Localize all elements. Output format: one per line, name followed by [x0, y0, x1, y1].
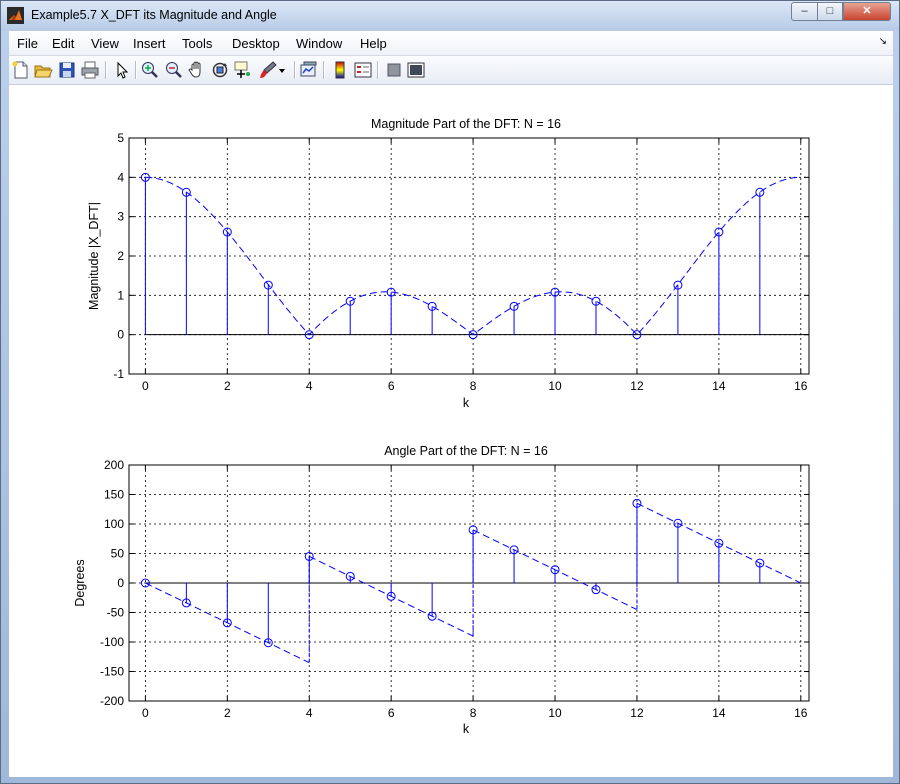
- menu-view[interactable]: View: [91, 36, 119, 51]
- y-tick-label: 3: [117, 210, 124, 224]
- menu-overflow-arrow-icon[interactable]: ↘: [879, 36, 887, 47]
- brush-icon[interactable]: [258, 60, 278, 80]
- plot-canvas[interactable]: Magnitude Part of the DFT: N = 16 k Magn…: [9, 85, 893, 777]
- save-icon[interactable]: [57, 60, 77, 80]
- axes-title-angle: Angle Part of the DFT: N = 16: [384, 444, 548, 458]
- x-tick-label: 10: [548, 379, 562, 393]
- toolbar-separator: [377, 61, 379, 79]
- x-tick-label: 14: [712, 706, 726, 720]
- xlabel-angle: k: [463, 722, 470, 736]
- data-cursor-icon[interactable]: [233, 60, 253, 80]
- new-figure-icon[interactable]: [11, 60, 31, 80]
- hide-plot-tools-icon[interactable]: [384, 60, 404, 80]
- x-tick-label: 10: [548, 706, 562, 720]
- y-tick-label: -150: [100, 665, 124, 679]
- toolbar-separator: [135, 61, 137, 79]
- close-button[interactable]: ✕: [843, 2, 891, 21]
- print-icon[interactable]: [80, 60, 100, 80]
- y-tick-label: 2: [117, 249, 124, 263]
- x-tick-label: 16: [794, 706, 808, 720]
- menu-insert[interactable]: Insert: [133, 36, 166, 51]
- axes-angle[interactable]: Angle Part of the DFT: N = 16 k Degrees …: [73, 444, 810, 736]
- toolbar-separator: [294, 61, 296, 79]
- y-tick-label: -1: [113, 367, 124, 381]
- menu-edit[interactable]: Edit: [52, 36, 74, 51]
- menu-desktop[interactable]: Desktop: [232, 36, 280, 51]
- y-tick-label: 0: [117, 576, 124, 590]
- x-tick-label: 4: [306, 379, 313, 393]
- open-file-icon[interactable]: [33, 60, 53, 80]
- show-plot-tools-icon[interactable]: [406, 60, 426, 80]
- insert-colorbar-icon[interactable]: [330, 60, 350, 80]
- y-tick-label: -100: [100, 635, 124, 649]
- menu-help[interactable]: Help: [360, 36, 387, 51]
- x-tick-label: 0: [142, 706, 149, 720]
- y-tick-label: -200: [100, 694, 124, 708]
- zoom-out-icon[interactable]: [164, 60, 184, 80]
- axes-angle-content: 0 2 4 6 8 10 12 14 16 -200 -150 -100 -50 0 50 100 150 200: [100, 458, 810, 720]
- menu-tools[interactable]: Tools: [182, 36, 212, 51]
- ylabel-magnitude: Magnitude |X_DFT|: [87, 202, 101, 310]
- y-tick-label: 50: [111, 547, 125, 561]
- y-tick-label: -50: [107, 606, 125, 620]
- window-title: Example5.7 X_DFT its Magnitude and Angle: [31, 8, 277, 22]
- title-bar[interactable]: Example5.7 X_DFT its Magnitude and Angle…: [1, 1, 899, 31]
- x-tick-label: 2: [224, 379, 231, 393]
- pan-hand-icon[interactable]: [187, 60, 207, 80]
- axes-magnitude[interactable]: Magnitude Part of the DFT: N = 16 k Magn…: [87, 117, 810, 410]
- y-tick-label: 150: [104, 488, 124, 502]
- rotate-3d-icon[interactable]: [210, 60, 230, 80]
- x-tick-label: 4: [306, 706, 313, 720]
- y-tick-label: 200: [104, 458, 124, 472]
- axes-title-magnitude: Magnitude Part of the DFT: N = 16: [371, 117, 561, 131]
- y-tick-label: 1: [117, 288, 124, 302]
- minimize-button[interactable]: –: [791, 2, 818, 21]
- insert-legend-icon[interactable]: [353, 60, 373, 80]
- x-tick-label: 2: [224, 706, 231, 720]
- edit-plot-arrow-icon[interactable]: [112, 60, 132, 80]
- brush-dropdown-icon[interactable]: [277, 60, 287, 80]
- x-tick-label: 12: [630, 379, 644, 393]
- matlab-app-icon: [7, 7, 24, 24]
- menu-window[interactable]: Window: [296, 36, 342, 51]
- x-tick-label: 12: [630, 706, 644, 720]
- x-tick-label: 14: [712, 379, 726, 393]
- figure-toolbar: [9, 56, 893, 85]
- x-tick-label: 6: [388, 379, 395, 393]
- x-tick-label: 6: [388, 706, 395, 720]
- menu-bar: File Edit View Insert Tools Desktop Wind…: [9, 31, 893, 56]
- xlabel-magnitude: k: [463, 396, 470, 410]
- y-tick-label: 4: [117, 170, 124, 184]
- maximize-button[interactable]: □: [817, 2, 843, 21]
- figure-window: Example5.7 X_DFT its Magnitude and Angle…: [0, 0, 900, 784]
- axes-magnitude-content: 0 2 4 6 8 10 12 14 16-1012345: [113, 131, 810, 393]
- ylabel-angle: Degrees: [73, 559, 87, 606]
- y-tick-label: 100: [104, 517, 124, 531]
- menu-file[interactable]: File: [17, 36, 38, 51]
- x-tick-label: 8: [470, 706, 477, 720]
- x-tick-label: 16: [794, 379, 808, 393]
- toolbar-separator: [105, 61, 107, 79]
- toolbar-separator: [323, 61, 325, 79]
- zoom-in-icon[interactable]: [140, 60, 160, 80]
- link-plot-icon[interactable]: [299, 60, 319, 80]
- x-tick-label: 8: [470, 379, 477, 393]
- y-tick-label: 5: [117, 131, 124, 145]
- x-tick-label: 0: [142, 379, 149, 393]
- y-tick-label: 0: [117, 328, 124, 342]
